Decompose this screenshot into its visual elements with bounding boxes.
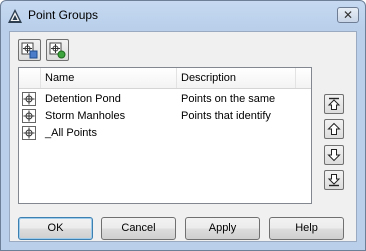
point-group-properties-icon xyxy=(21,42,38,59)
list-header: Name Description xyxy=(19,68,311,89)
close-button[interactable]: ✕ xyxy=(337,7,359,23)
point-group-icon xyxy=(22,126,36,140)
window-title: Point Groups xyxy=(28,8,99,22)
title-bar[interactable]: Point Groups ✕ xyxy=(1,1,365,29)
cancel-button[interactable]: Cancel xyxy=(101,217,176,240)
column-header-name[interactable]: Name xyxy=(45,72,74,84)
point-groups-list[interactable]: Name Description Detention Pond Points o… xyxy=(18,67,312,204)
move-up-button[interactable] xyxy=(324,119,344,139)
ok-button[interactable]: OK xyxy=(18,217,93,240)
column-separator xyxy=(40,68,41,88)
help-button[interactable]: Help xyxy=(269,217,344,240)
point-groups-dialog: Point Groups ✕ Name Description Detentio… xyxy=(0,0,366,251)
list-item-name: Storm Manholes xyxy=(45,110,126,122)
list-item[interactable]: Storm Manholes Points that identify xyxy=(19,108,311,125)
close-icon: ✕ xyxy=(342,8,354,22)
move-down-button[interactable] xyxy=(324,145,344,165)
point-group-properties-button[interactable] xyxy=(18,39,41,61)
move-down-icon xyxy=(327,149,341,162)
dialog-body: Name Description Detention Pond Points o… xyxy=(9,31,357,242)
move-to-bottom-button[interactable] xyxy=(324,170,344,190)
column-header-description[interactable]: Description xyxy=(181,72,236,84)
point-group-update-icon xyxy=(49,42,66,59)
column-separator xyxy=(176,68,177,88)
list-item-name: Detention Pond xyxy=(45,93,121,105)
list-item[interactable]: Detention Pond Points on the same xyxy=(19,91,311,108)
apply-button[interactable]: Apply xyxy=(185,217,260,240)
list-item-name: _All Points xyxy=(45,127,97,139)
point-group-update-button[interactable] xyxy=(46,39,69,61)
list-item-description: Points on the same xyxy=(181,93,276,105)
point-group-icon xyxy=(22,92,36,106)
column-separator xyxy=(295,68,296,88)
list-item-description: Points that identify xyxy=(181,110,271,122)
list-item[interactable]: _All Points xyxy=(19,125,311,142)
move-to-bottom-icon xyxy=(327,174,341,187)
move-to-top-button[interactable] xyxy=(324,94,344,114)
move-up-icon xyxy=(327,122,341,135)
move-to-top-icon xyxy=(327,97,341,110)
point-group-icon xyxy=(22,109,36,123)
autocad-triangle-icon xyxy=(7,8,23,24)
